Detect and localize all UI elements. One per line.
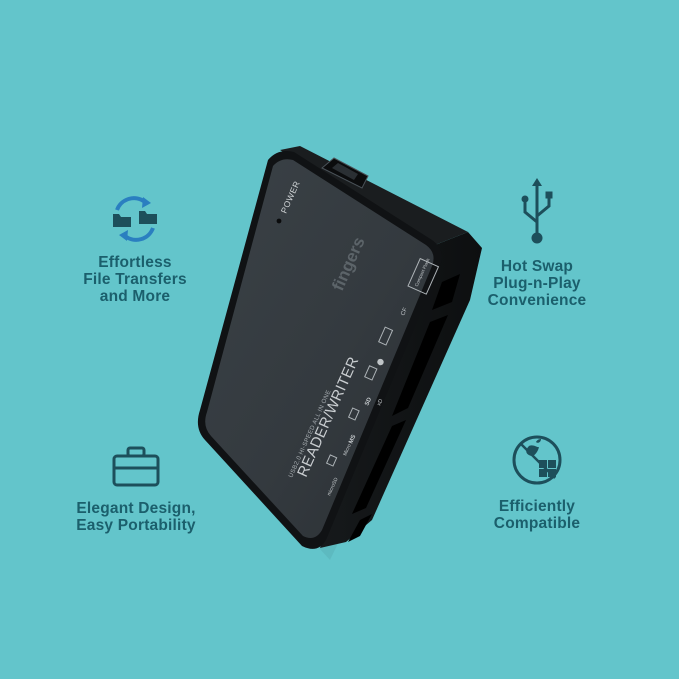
feature-elegant-design: Elegant Design, Easy Portability	[36, 446, 236, 534]
feature-compatible: Efficiently Compatible	[437, 434, 637, 532]
os-compat-icon	[512, 435, 562, 485]
product-infographic: POWER fingers USB2.0 HI-SPEED ALL IN ONE…	[0, 0, 679, 679]
feature-hot-swap: Hot Swap Plug-n-Play Convenience	[437, 176, 637, 309]
card-reader-device: POWER fingers USB2.0 HI-SPEED ALL IN ONE…	[197, 146, 482, 560]
feature-label-elegant-design: Elegant Design, Easy Portability	[76, 500, 196, 534]
usb-icon	[521, 178, 553, 244]
feature-label-file-transfers: Effortless File Transfers and More	[83, 254, 187, 305]
power-led	[276, 218, 282, 224]
feature-file-transfers: Effortless File Transfers and More	[35, 196, 235, 305]
folder-sync-icon	[113, 196, 157, 242]
briefcase-icon	[112, 446, 160, 487]
feature-label-hot-swap: Hot Swap Plug-n-Play Convenience	[487, 258, 587, 309]
feature-label-compatible: Efficiently Compatible	[493, 498, 581, 532]
